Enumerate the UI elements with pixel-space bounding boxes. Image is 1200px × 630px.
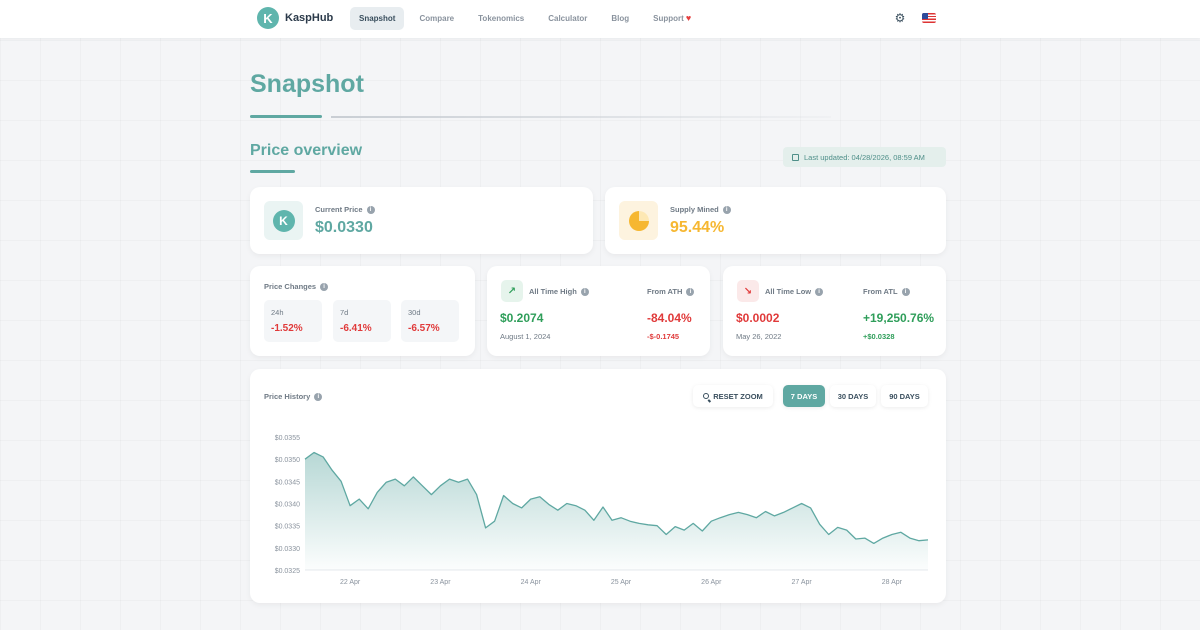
range-30-days-button[interactable]: 30 DAYS [830, 385, 876, 407]
nav-item-compare[interactable]: Compare [410, 7, 463, 30]
info-icon[interactable]: i [320, 283, 329, 292]
magnifier-icon [703, 393, 710, 399]
nav-item-support[interactable]: Support ♥ [644, 7, 700, 30]
heart-icon: ♥ [685, 13, 692, 23]
nav-menu: Snapshot Compare Tokenomics Calculator B… [350, 7, 706, 30]
trend-down-icon: ↘ [737, 280, 759, 302]
info-icon[interactable]: i [686, 288, 695, 297]
change-value: -6.57% [408, 323, 440, 334]
atl-value: $0.0002 [736, 311, 780, 325]
from-atl-pct: +19,250.76% [863, 311, 935, 325]
from-atl-abs: +$0.0328 [863, 332, 895, 341]
info-icon[interactable]: i [815, 288, 824, 297]
price-changes-label: Price Changes i [264, 282, 329, 292]
settings-gear-icon[interactable]: ⚙ [893, 11, 907, 25]
nav-item-calculator[interactable]: Calculator [539, 7, 596, 30]
price-history-label: Price History i [264, 392, 323, 402]
supply-mined-value: 95.44% [670, 219, 725, 236]
section-underline [250, 170, 295, 173]
supply-pie-icon-wrap [619, 201, 658, 240]
kaspa-icon: K [264, 201, 303, 240]
change-24h: 24h -1.52% [264, 300, 322, 342]
info-icon[interactable]: i [366, 206, 375, 215]
atl-label: All Time Low i [765, 287, 824, 297]
from-ath-label-text: From ATH [647, 287, 683, 296]
from-ath-abs: -$-0.1745 [647, 332, 680, 341]
kaspa-logo-icon: K [272, 209, 295, 232]
change-value: -1.52% [271, 323, 303, 334]
nav-item-blog[interactable]: Blog [602, 7, 638, 30]
us-flag-icon[interactable] [922, 13, 936, 23]
title-underline [250, 115, 322, 118]
last-updated-text: Last updated: 04/28/2026, 08:59 AM [804, 152, 925, 162]
price-changes-card: Price Changes i 24h -1.52% 7d -6.41% 30d … [250, 266, 475, 356]
current-price-value: $0.0330 [315, 219, 373, 236]
ath-date: August 1, 2024 [500, 332, 551, 341]
change-period: 30d [408, 308, 421, 317]
range-7-days-button[interactable]: 7 DAYS [783, 385, 825, 407]
current-price-label-text: Current Price [315, 205, 363, 214]
current-price-card: K Current Price i $0.0330 [250, 187, 593, 254]
range-90-days-button[interactable]: 90 DAYS [881, 385, 928, 407]
logo-text: KaspHub [285, 12, 334, 24]
info-icon[interactable]: i [722, 206, 731, 215]
atl-date: May 26, 2022 [736, 332, 782, 341]
all-time-low-card: ↘ All Time Low i From ATL i $0.0002 +19,25… [723, 266, 946, 356]
last-updated-badge: Last updated: 04/28/2026, 08:59 AM [783, 147, 946, 167]
page-title: Snapshot [250, 70, 364, 98]
reset-zoom-label: RESET ZOOM [713, 391, 763, 401]
info-icon[interactable]: i [314, 393, 323, 402]
supply-mined-card: Supply Mined i 95.44% [605, 187, 946, 254]
all-time-high-card: ↗ All Time High i From ATH i $0.2074 -84.0… [487, 266, 710, 356]
ath-value: $0.2074 [500, 311, 544, 325]
info-icon[interactable]: i [901, 288, 910, 297]
nav-item-tokenomics[interactable]: Tokenomics [469, 7, 533, 30]
price-changes-label-text: Price Changes [264, 282, 317, 291]
pie-chart-icon [628, 210, 649, 231]
from-atl-label: From ATL i [863, 287, 910, 297]
trend-up-icon: ↗ [501, 280, 523, 302]
from-ath-label: From ATH i [647, 287, 695, 297]
calendar-icon [792, 153, 799, 161]
change-7d: 7d -6.41% [333, 300, 391, 342]
supply-mined-label: Supply Mined i [670, 205, 731, 215]
ath-label: All Time High i [529, 287, 589, 297]
current-price-label: Current Price i [315, 205, 375, 215]
change-period: 24h [271, 308, 284, 317]
nav-item-snapshot[interactable]: Snapshot [350, 7, 405, 30]
change-value: -6.41% [340, 323, 372, 334]
price-history-label-text: Price History [264, 392, 311, 401]
change-30d: 30d -6.57% [401, 300, 459, 342]
top-navigation: K KaspHub Snapshot Compare Tokenomics Ca… [0, 0, 1200, 38]
logo-icon: K [257, 7, 279, 29]
change-period: 7d [340, 308, 349, 317]
section-title: Price overview [250, 142, 363, 159]
info-icon[interactable]: i [580, 288, 589, 297]
logo[interactable]: K KaspHub [257, 7, 333, 29]
ath-label-text: All Time High [529, 287, 577, 296]
from-atl-label-text: From ATL [863, 287, 898, 296]
supply-mined-label-text: Supply Mined [670, 205, 719, 214]
nav-item-support-label: Support [653, 14, 684, 23]
reset-zoom-button[interactable]: RESET ZOOM [693, 385, 773, 407]
atl-label-text: All Time Low [765, 287, 812, 296]
title-divider [331, 116, 831, 118]
from-ath-pct: -84.04% [647, 311, 692, 325]
